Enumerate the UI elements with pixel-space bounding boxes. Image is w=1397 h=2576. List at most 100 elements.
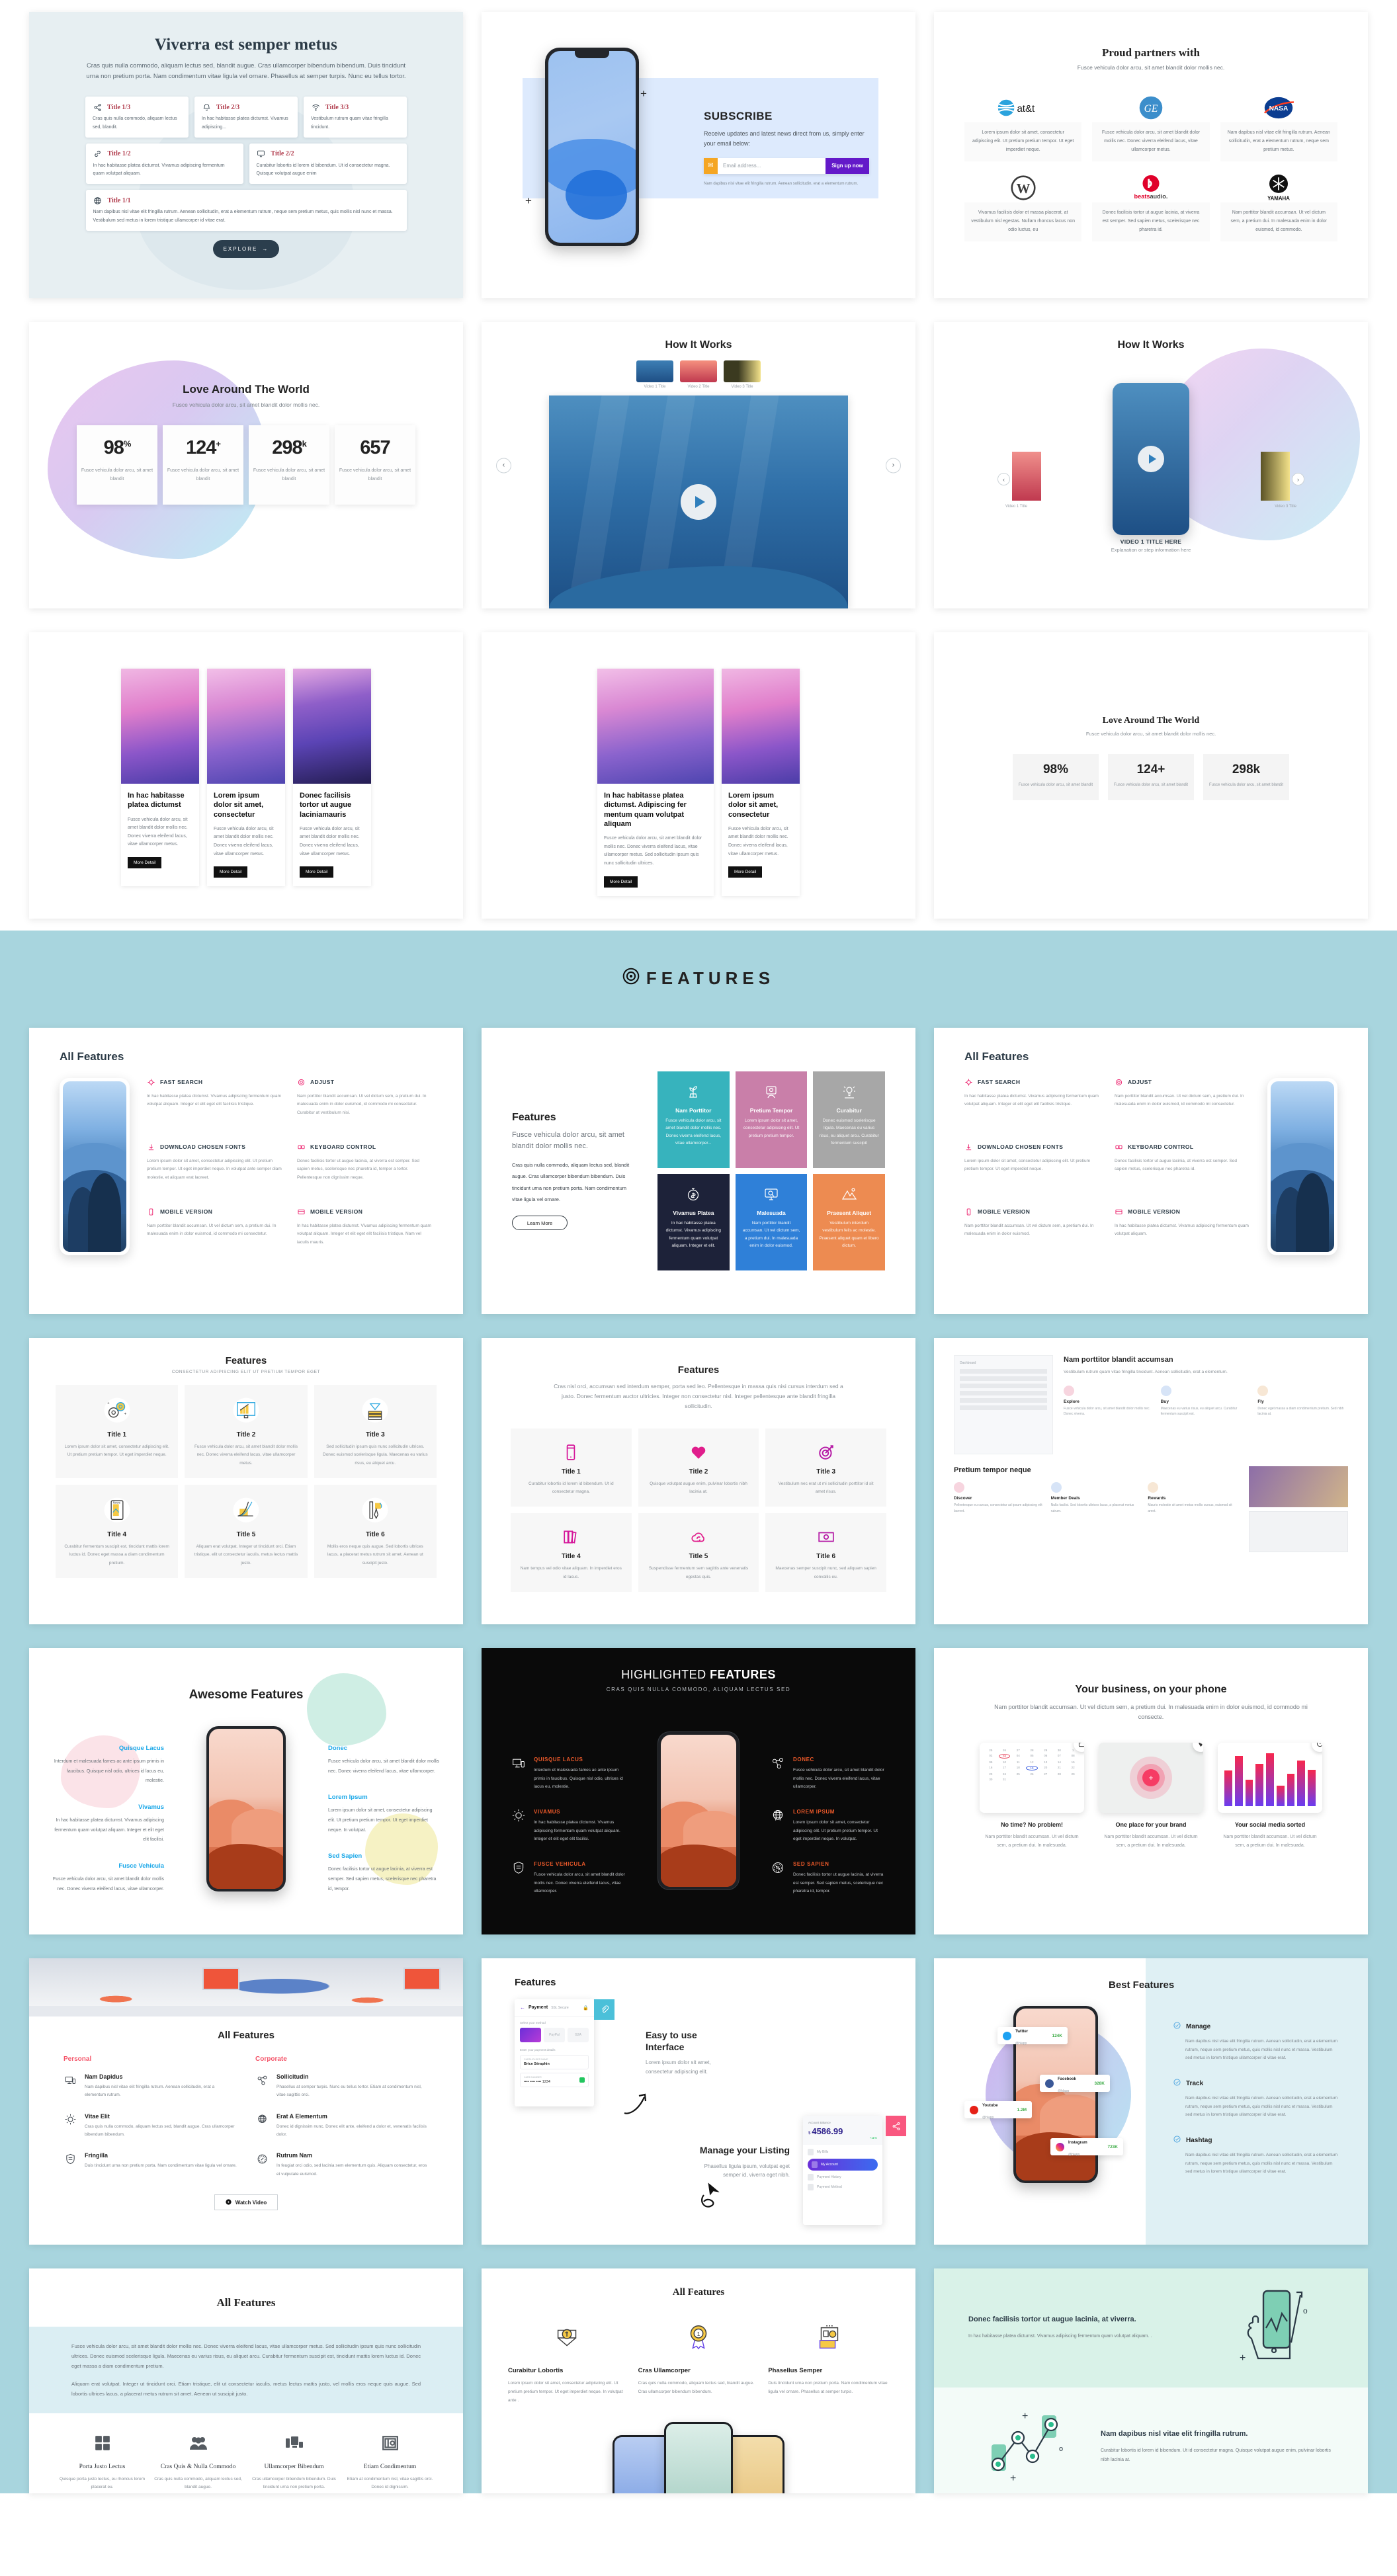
color-card[interactable]: Nam Porttitor Fusce vehicula dolor arcu,… <box>657 1071 730 1168</box>
feature-cell[interactable]: 1 Cras Ullamcorper Cras quis nulla commo… <box>638 2313 759 2405</box>
feature-card[interactable]: Title 2 Fusce vehicula dolor arcu, sit a… <box>185 1385 308 1479</box>
feature-card[interactable]: News Title 4 Curabitur fermentum suscipi… <box>56 1485 179 1579</box>
more-detail-button[interactable]: More Detail <box>214 866 248 878</box>
social-chip[interactable]: Youtube @hlapp 1.2M <box>964 2101 1032 2120</box>
feature-cell[interactable]: Porta Justo Lectus Quisque porta justo l… <box>58 2429 146 2492</box>
watch-video-button[interactable]: Watch Video <box>214 2194 278 2211</box>
carousel-prev-button[interactable]: ‹ <box>997 473 1010 485</box>
slide-all-features-b[interactable]: All Features FAST SEARCH In hac habitass… <box>934 1028 1368 1314</box>
method-g2a[interactable]: G2A <box>568 2028 589 2042</box>
slide-nam-porttitor[interactable]: Dashboard Nam porttitor blandit accumsan… <box>934 1338 1368 1624</box>
learn-more-button[interactable]: Learn More <box>512 1216 568 1231</box>
slide-love-stats[interactable]: Love Around The World Fusce vehicula dol… <box>29 322 463 608</box>
social-chip[interactable]: Instagram @hlapp 723K <box>1050 2138 1123 2157</box>
color-card[interactable]: Malesuada Nam porttitor blandit accumsan… <box>735 1174 808 1270</box>
mountain-card[interactable]: Lorem ipsum dolor sit amet, consectetur … <box>207 669 285 887</box>
more-detail-button[interactable]: More Detail <box>300 866 334 878</box>
feature-card[interactable]: Title 1/1 Nam dapibus nisl vitae elit fr… <box>85 190 407 231</box>
mountain-card[interactable]: In hac habitasse platea dictumst. Adipis… <box>597 669 714 896</box>
color-card[interactable]: Pretium Tempor Lorem ipsum dolor sit ame… <box>735 1071 808 1168</box>
color-card[interactable]: Praesent Aliquet Vestibulum interdum ves… <box>813 1174 885 1270</box>
slide-how-it-works-2[interactable]: How It Works Video 1 Title Video 3 Title… <box>934 322 1368 608</box>
feature-cell[interactable]: Etiam Condimentum Etiam at condimentum n… <box>346 2429 434 2492</box>
slide-love-simple[interactable]: Love Around The World Fusce vehicula dol… <box>934 632 1368 919</box>
feature-card[interactable]: Title 3 Vestibulum nec erat ut mi sollic… <box>765 1428 886 1507</box>
feature-card[interactable]: Title 2/3 In hac habitasse platea dictum… <box>194 97 298 138</box>
slide-mountain-cards-2[interactable]: In hac habitasse platea dictumst. Adipis… <box>482 632 915 919</box>
slide-business-phone[interactable]: Your business, on your phone Nam porttit… <box>934 1648 1368 1934</box>
feature-card[interactable]: Title 2 Quisque volutpat augue enim, pul… <box>638 1428 759 1507</box>
color-card[interactable]: Curabitur Donec euismod scelerisque ligu… <box>813 1071 885 1168</box>
slide-serif-features[interactable]: All Features Fusce vehicula dolor arcu, … <box>29 2268 463 2493</box>
more-detail-button[interactable]: More Detail <box>128 856 162 868</box>
slide-highlighted-features[interactable]: HIGHLIGHTED FEATURES CRAS QUIS NULLA COM… <box>482 1648 915 1934</box>
more-detail-button[interactable]: More Detail <box>728 866 763 878</box>
slide-green-illustration[interactable]: Donec facilisis tortor ut augue lacinia,… <box>934 2268 1368 2493</box>
menu-item[interactable]: Payment Method <box>808 2184 878 2190</box>
partner-cell[interactable]: at&t Lorem ipsum dolor sit amet, consect… <box>964 93 1082 161</box>
menu-item[interactable]: My Bills <box>808 2149 878 2155</box>
partner-cell[interactable]: beatsaudio. Donec facilisis tortor ut au… <box>1092 173 1210 241</box>
side-thumb-left[interactable] <box>1012 452 1041 501</box>
method-paypal[interactable]: PayPal <box>544 2028 565 2042</box>
slide-features-colors[interactable]: Features Fusce vehicula dolor arcu, sit … <box>482 1028 915 1314</box>
feature-card[interactable]: Title 1/3 Cras quis nulla commodo, aliqu… <box>85 97 189 138</box>
feature-card[interactable]: Title 1/2 In hac habitasse platea dictum… <box>85 143 243 185</box>
feature-card[interactable]: Title 6 Mollis eros neque quis augue. Se… <box>314 1485 437 1579</box>
email-input[interactable]: Email address... <box>718 157 826 174</box>
feature-card[interactable]: Title 5 Aliquam erat volutpat. Integer u… <box>185 1485 308 1579</box>
business-card[interactable]: + One place for your brand Nam porttitor… <box>1099 1742 1203 1850</box>
slide-how-it-works[interactable]: How It Works Video 1 Title Video 2 Title… <box>482 322 915 608</box>
social-chip[interactable]: Twitter @hlapp 124K <box>997 2027 1068 2046</box>
signup-button[interactable]: Sign up now <box>826 157 869 174</box>
play-button[interactable] <box>681 484 716 520</box>
play-button[interactable] <box>1138 446 1164 472</box>
partner-cell[interactable]: YAMAHA Nam porttitor blandit accumsan. U… <box>1220 173 1337 241</box>
feature-cell[interactable]: Cras Quis & Nulla Commodo Cras quis null… <box>154 2429 242 2492</box>
cardholder-field[interactable]: CARDHOLDER NAME Brice Séraphin <box>520 2055 589 2069</box>
mountain-card[interactable]: In hac habitasse platea dictumst Fusce v… <box>121 669 199 887</box>
feature-card[interactable]: Title 2/2 Curabitur lobortis id lorem id… <box>249 143 407 185</box>
method-card[interactable] <box>520 2028 541 2042</box>
feature-cell[interactable]: Phasellus Semper Duis tincidunt urna non… <box>768 2313 889 2405</box>
feature-cell[interactable]: Curabitur Lobortis Lorem ipsum dolor sit… <box>508 2313 629 2405</box>
side-thumb-right[interactable] <box>1261 452 1290 501</box>
partner-cell[interactable]: GE Fusce vehicula dolor arcu, sit amet b… <box>1092 93 1210 161</box>
slide-all-features-a[interactable]: All Features FAST SEARCH In hac habitass… <box>29 1028 463 1314</box>
slide-partners[interactable]: Proud partners with Fusce vehicula dolor… <box>934 12 1368 298</box>
social-chip[interactable]: Facebook @hlapp 328K <box>1040 2075 1110 2093</box>
video-thumb[interactable]: Video 1 Title <box>636 360 673 389</box>
subscribe-form[interactable]: ✉ Email address... Sign up now <box>704 157 869 174</box>
menu-item[interactable]: Payment History <box>808 2174 878 2181</box>
feature-card[interactable]: Title 5 Suspendisse fermentum sem sagitt… <box>638 1513 759 1592</box>
cardnumber-field[interactable]: CARD NUMBER •••• •••• •••• 1234 <box>520 2073 589 2087</box>
menu-item-active[interactable]: My Account <box>808 2159 878 2171</box>
feature-cell[interactable]: Ullamcorper Bibendum Cras ullamcorper bi… <box>250 2429 338 2492</box>
slide-payment-features[interactable]: Features ← Payment SSL Secure 🔒 Select y… <box>482 1958 915 2245</box>
feature-card[interactable]: + + Title 1 Lorem ipsum dolor sit amet, c… <box>56 1385 179 1479</box>
carousel-prev-button[interactable]: ‹ <box>496 458 511 473</box>
video-thumb[interactable]: Video 3 Title <box>724 360 761 389</box>
mountain-card[interactable]: Lorem ipsum dolor sit amet, consectetur … <box>722 669 800 896</box>
partner-cell[interactable]: NASA Nam dapibus nisl vitae elit fringil… <box>1220 93 1337 161</box>
feature-card[interactable]: Title 1 Curabitur lobortis id lorem id b… <box>511 1428 632 1507</box>
back-arrow-icon[interactable]: ← <box>520 2005 525 2011</box>
business-card[interactable]: 25 26 27 28 29 30 1 02 03 04 05 06 07 08 09 10 11 12 13 1… <box>973 1742 1084 1850</box>
feature-card[interactable]: Title 3 Sed sollicitudin ipsum quis nunc… <box>314 1385 437 1479</box>
slide-awesome-features[interactable]: Awesome Features Quisque Lacus Interdum … <box>29 1648 463 1934</box>
feature-card[interactable]: Title 6 Maecenas semper suscipit nunc, s… <box>765 1513 886 1592</box>
slide-features-illustrated[interactable]: Features CONSECTETUR ADIPISCING ELIT UT … <box>29 1338 463 1624</box>
video-stage[interactable] <box>549 395 848 608</box>
slide-personal-corporate[interactable]: All Features Personal Nam Dapidus Nam da… <box>29 1958 463 2245</box>
slide-features-pink[interactable]: Features Cras nisl orci, accumsan sed in… <box>482 1338 915 1624</box>
slide-subscribe[interactable]: + + SUBSCRIBE Receive updates and latest… <box>482 12 915 298</box>
partner-cell[interactable]: W Vivamus facilisis dolor et massa place… <box>964 173 1082 241</box>
mountain-card[interactable]: Donec facilisis tortor ut augue laciniam… <box>293 669 371 887</box>
feature-card[interactable]: Title 3/3 Vestibulum rutrum quam vitae f… <box>304 97 407 138</box>
explore-button[interactable]: EXPLORE → <box>213 239 279 258</box>
slide-mountain-cards-3[interactable]: In hac habitasse platea dictumst Fusce v… <box>29 632 463 919</box>
color-card[interactable]: Vivamus Platea In hac habitasse platea d… <box>657 1174 730 1270</box>
carousel-next-button[interactable]: › <box>1292 473 1304 485</box>
slide-best-features[interactable]: Best Features Twitter @hlapp 124K Faceboo… <box>934 1958 1368 2245</box>
carousel-next-button[interactable]: › <box>886 458 901 473</box>
